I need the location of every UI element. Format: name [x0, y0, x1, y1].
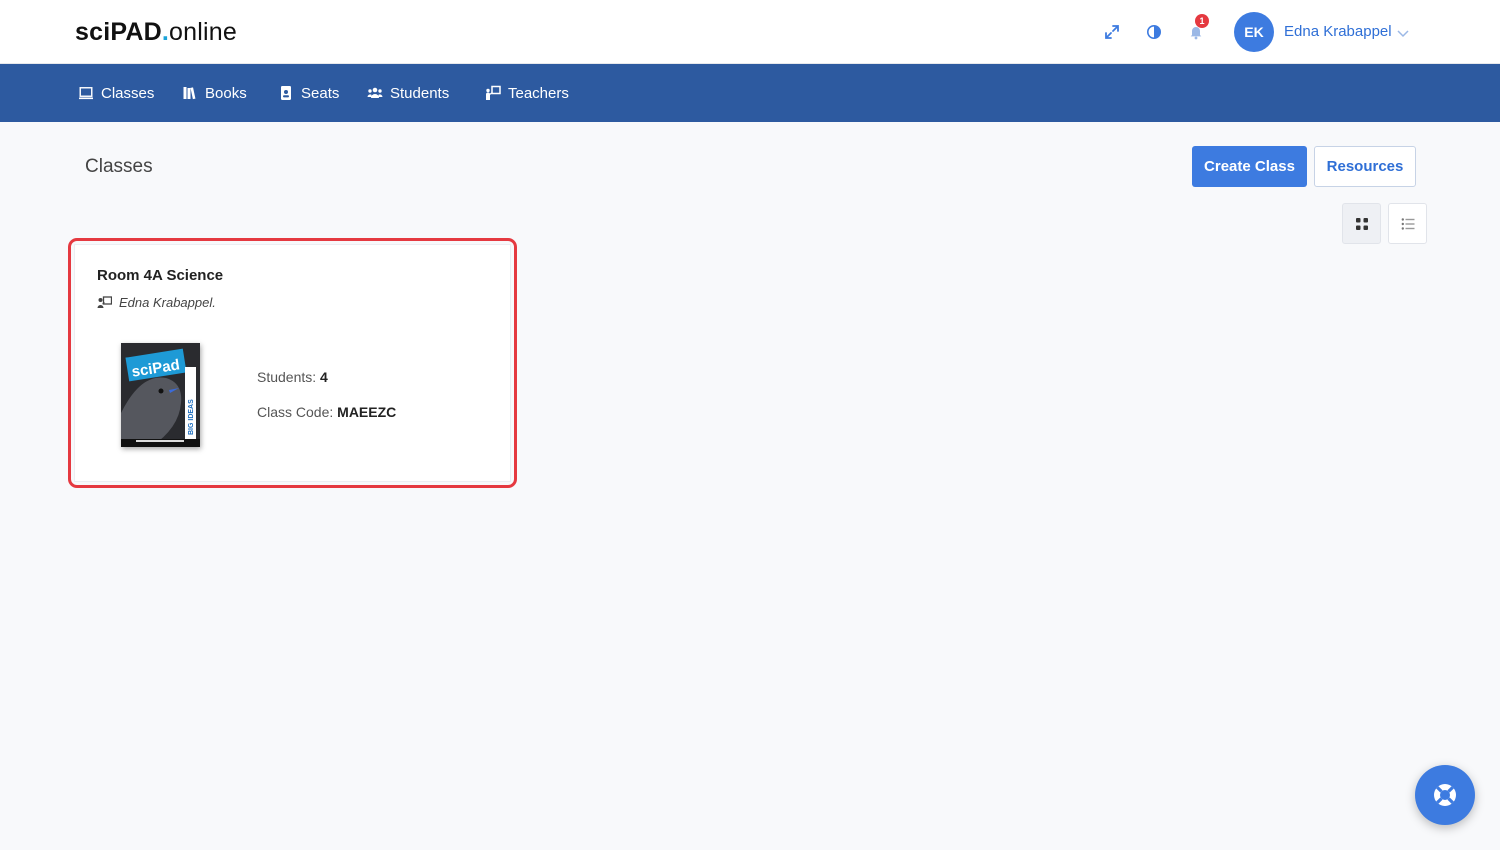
contrast-icon [1147, 25, 1161, 39]
chevron-down-icon[interactable] [1395, 25, 1411, 41]
students-label: Students: [257, 369, 317, 385]
nav-item-books[interactable]: Books [182, 83, 247, 103]
teacher-icon [97, 296, 112, 308]
students-count: Students: 4 [257, 369, 328, 385]
teacher-board-icon [486, 85, 501, 100]
nav-label: Teachers [508, 84, 569, 102]
create-class-button[interactable]: Create Class [1192, 146, 1307, 187]
book-spine-text: BIG IDEAS [188, 399, 195, 435]
nav-item-students[interactable]: Students [367, 83, 449, 103]
grid-icon [1355, 217, 1368, 230]
logo-dot: . [161, 18, 170, 46]
nav-label: Students [390, 84, 450, 102]
fullscreen-button[interactable] [1100, 20, 1124, 44]
nav-item-teachers[interactable]: Teachers [485, 83, 569, 103]
books-icon [183, 87, 196, 100]
logo-part2: online [169, 18, 237, 46]
class-code-value: MAEEZC [337, 404, 397, 420]
nav-label: Books [205, 84, 247, 102]
list-icon [1401, 217, 1414, 230]
nav-label: Classes [101, 84, 155, 102]
class-teacher: Edna Krabappel. [97, 295, 216, 310]
class-name: Room 4A Science [97, 267, 224, 284]
class-code-label: Class Code: [257, 404, 334, 420]
book-cover-image: sciPad BIG IDEAS [121, 343, 200, 447]
user-avatar[interactable]: EK [1234, 12, 1274, 52]
page-title: Classes [85, 156, 153, 177]
app-logo[interactable]: sciPAD.online [75, 18, 237, 47]
resources-button[interactable]: Resources [1314, 146, 1416, 187]
help-button[interactable] [1415, 765, 1475, 825]
theme-toggle-button[interactable] [1142, 20, 1166, 44]
top-header: sciPAD.online 1 EK Edna Krabappel [0, 0, 1500, 64]
main-navbar: Classes Books Seats Students Teachers [0, 64, 1500, 122]
nav-label: Seats [301, 84, 340, 102]
grid-view-button[interactable] [1342, 203, 1381, 244]
nav-item-classes[interactable]: Classes [78, 83, 154, 103]
book-cover-illustration: sciPad BIG IDEAS [121, 343, 200, 447]
seat-badge-icon [281, 86, 291, 100]
classroom-icon [79, 87, 93, 100]
logo-part1: sciPAD [75, 18, 162, 46]
notification-badge: 1 [1195, 14, 1209, 28]
class-code: Class Code: MAEEZC [257, 404, 396, 420]
list-view-button[interactable] [1388, 203, 1427, 244]
lifebuoy-icon [1434, 784, 1456, 806]
expand-icon [1105, 25, 1119, 39]
class-card[interactable]: Room 4A Science Edna Krabappel. sciPad B… [74, 244, 511, 482]
students-value: 4 [320, 369, 328, 385]
nav-item-seats[interactable]: Seats [278, 83, 339, 103]
teacher-name: Edna Krabappel. [119, 295, 216, 310]
user-name[interactable]: Edna Krabappel [1284, 23, 1392, 40]
students-icon [367, 87, 383, 98]
